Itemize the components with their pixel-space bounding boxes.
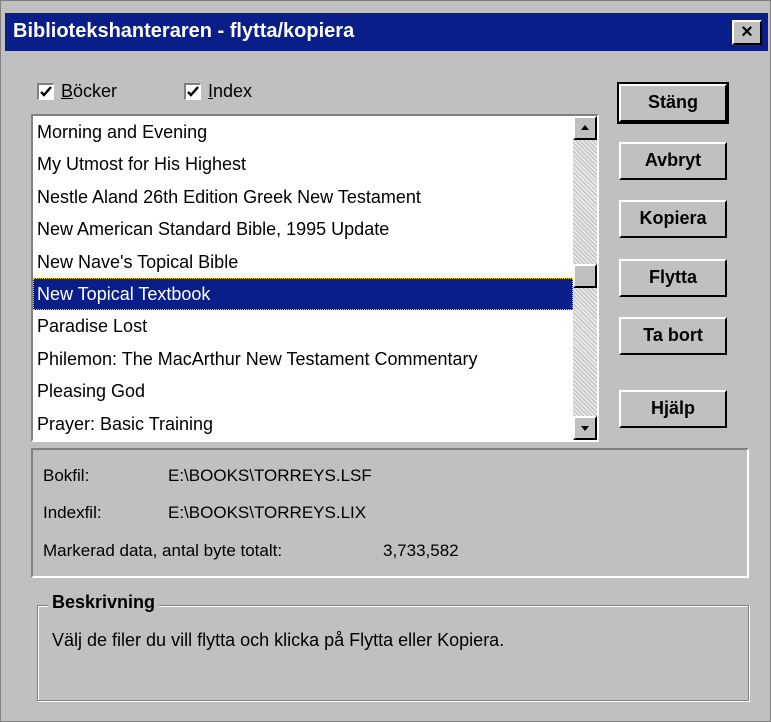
books-checkbox[interactable]: Böcker: [37, 81, 117, 102]
index-file-value: E:\BOOKS\TORREYS.LIX: [168, 503, 367, 522]
close-window-button[interactable]: ×: [732, 20, 762, 45]
move-button-label: Flytta: [648, 267, 697, 287]
move-button[interactable]: Flytta: [619, 259, 727, 297]
copy-button-label: Kopiera: [639, 208, 707, 228]
title-bar[interactable]: Bibliotekshanteraren - flytta/kopiera ×: [5, 13, 768, 51]
close-button[interactable]: Stäng: [617, 82, 729, 124]
list-item[interactable]: Philemon: The MacArthur New Testament Co…: [33, 343, 573, 375]
cancel-button-label: Avbryt: [644, 150, 702, 170]
book-list-items: Morning and Evening My Utmost for His Hi…: [33, 116, 573, 440]
list-item[interactable]: Morning and Evening: [33, 116, 573, 148]
book-listbox[interactable]: Morning and Evening My Utmost for His Hi…: [31, 114, 599, 442]
list-item[interactable]: New American Standard Bible, 1995 Update: [33, 213, 573, 245]
vertical-scrollbar[interactable]: [573, 116, 597, 440]
help-button[interactable]: Hjälp: [619, 390, 727, 428]
list-item[interactable]: Nestle Aland 26th Edition Greek New Test…: [33, 181, 573, 213]
delete-button[interactable]: Ta bort: [619, 317, 727, 355]
file-info-panel: Bokfil: E:\BOOKS\TORREYS.LSF Indexfil: E…: [31, 448, 749, 578]
books-checkbox-label: Böcker: [61, 81, 117, 102]
list-item[interactable]: Pleasing God: [33, 375, 573, 407]
delete-button-label: Ta bort: [643, 325, 703, 345]
scroll-thumb[interactable]: [573, 264, 597, 288]
list-item-selected[interactable]: New Topical Textbook: [33, 277, 573, 311]
arrow-up-icon: [581, 125, 589, 130]
scroll-down-button[interactable]: [573, 416, 597, 440]
book-file-value: E:\BOOKS\TORREYS.LSF: [168, 466, 372, 485]
copy-button[interactable]: Kopiera: [619, 200, 727, 238]
close-button-label: Stäng: [647, 92, 698, 112]
window-title: Bibliotekshanteraren - flytta/kopiera: [13, 20, 355, 42]
scroll-up-button[interactable]: [573, 116, 597, 140]
books-mnemonic: B: [61, 81, 74, 101]
book-file-label: Bokfil:: [43, 466, 90, 485]
books-checkbox-box[interactable]: [37, 83, 54, 100]
help-button-label: Hjälp: [650, 398, 695, 418]
list-item[interactable]: Paradise Lost: [33, 310, 573, 342]
index-checkbox[interactable]: Index: [184, 81, 252, 102]
arrow-down-icon: [581, 426, 589, 431]
index-checkbox-label: Index: [208, 81, 252, 102]
index-file-label: Indexfil:: [43, 503, 102, 522]
total-bytes-label: Markerad data, antal byte totalt:: [43, 541, 283, 560]
list-item[interactable]: Prayer: Basic Training: [33, 408, 573, 440]
cancel-button[interactable]: Avbryt: [619, 142, 727, 180]
index-label-rest: ndex: [213, 81, 253, 101]
list-item[interactable]: My Utmost for His Highest: [33, 148, 573, 180]
total-bytes-value: 3,733,582: [383, 541, 459, 560]
books-label-rest: öcker: [73, 81, 118, 101]
list-item[interactable]: New Nave's Topical Bible: [33, 246, 573, 278]
dialog-window: Bibliotekshanteraren - flytta/kopiera × …: [0, 0, 771, 722]
description-text: Välj de filer du vill flytta och klicka …: [52, 630, 505, 650]
description-group: Beskrivning Välj de filer du vill flytta…: [37, 592, 749, 701]
index-checkbox-box[interactable]: [184, 83, 201, 100]
description-title: Beskrivning: [48, 592, 160, 613]
